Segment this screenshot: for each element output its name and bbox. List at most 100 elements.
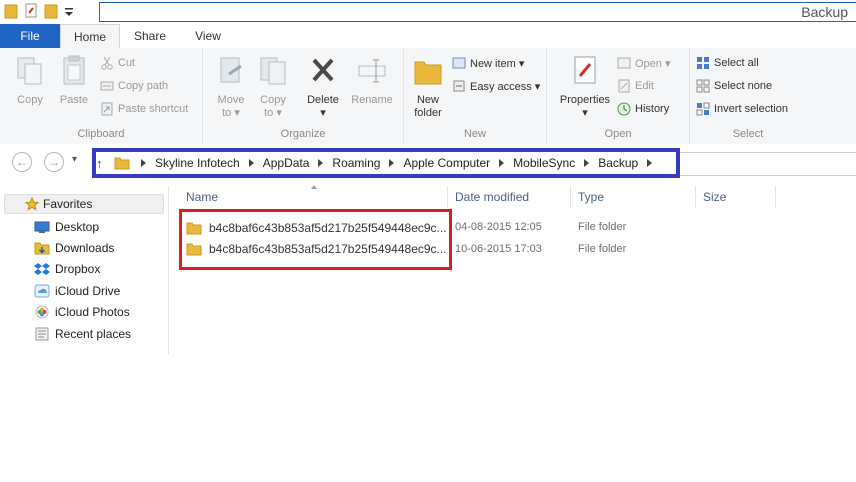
tab-home[interactable]: Home [60,24,120,50]
breadcrumb-item[interactable]: Apple Computer [403,156,490,170]
move-to-label: Move [217,94,245,106]
new-item-label: New item ▾ [470,57,525,70]
recent-locations-button[interactable]: ▾ [72,154,77,165]
address-bar[interactable]: Skyline Infotech AppData Roaming Apple C… [92,148,680,178]
column-divider[interactable] [695,186,696,208]
delete-x-icon [312,58,334,82]
rename-button[interactable]: Rename [347,54,397,107]
clipboard-group-label: Clipboard [77,128,125,140]
delete-button[interactable]: Delete ▾ [301,54,345,120]
nav-item-label: iCloud Photos [55,305,130,319]
open-group-label: Open [604,128,632,140]
open-label: Open ▾ [635,57,671,70]
breadcrumb-item[interactable]: AppData [263,156,310,170]
file-type: File folder [578,221,627,233]
column-divider[interactable] [570,186,571,208]
tab-file[interactable]: File [0,24,60,48]
new-item-button[interactable]: New item ▾ [452,56,524,70]
history-label: History [635,103,670,115]
history-icon [617,102,631,116]
nav-item-desktop[interactable]: Desktop [34,217,99,237]
nav-item-downloads[interactable]: Downloads [34,238,114,258]
up-button[interactable]: ↑ [96,156,103,171]
breadcrumb-separator-icon[interactable] [389,159,395,167]
ribbon: Copy Paste Cut Copy path Paste shortcut … [0,48,856,145]
column-header-type[interactable]: Type [578,190,604,208]
column-header-size[interactable]: Size [703,190,726,208]
nav-item-label: Recent places [55,327,132,341]
history-button[interactable]: History [617,102,669,116]
favorites-header[interactable]: Favorites [4,194,164,214]
delete-label-2: ▾ [320,107,326,119]
properties-label-2: ▾ [582,107,588,119]
breadcrumb-separator-icon[interactable] [248,159,254,167]
sort-ascending-icon [311,185,317,189]
breadcrumb-separator-icon[interactable] [647,159,653,167]
copy-to-button[interactable]: Copy to ▾ [253,54,293,120]
title-bar-frame [99,2,856,22]
nav-item-label: Downloads [55,241,115,255]
breadcrumb-item[interactable]: Skyline Infotech [155,156,240,170]
select-all-button[interactable]: Select all [696,56,759,70]
nav-item-icloud-drive[interactable]: iCloud Drive [34,281,120,301]
new-item-icon [452,57,466,69]
new-folder-icon[interactable] [44,3,58,19]
move-to-label-2: to ▾ [222,107,240,119]
paste-button[interactable]: Paste [52,54,96,107]
invert-selection-button[interactable]: Invert selection [696,102,788,116]
forward-button[interactable]: → [44,152,64,172]
breadcrumb-separator-icon[interactable] [584,159,590,167]
file-type: File folder [578,243,627,255]
select-all-icon [697,57,709,69]
copy-path-icon [100,81,114,91]
folder-icon [114,157,130,170]
copy-path-button[interactable]: Copy path [100,79,168,93]
properties-button[interactable]: Properties ▾ [555,54,615,120]
edit-icon [618,79,630,93]
edit-button[interactable]: Edit [617,79,654,93]
column-header-name[interactable]: Name [186,190,218,208]
column-divider[interactable] [775,186,776,208]
breadcrumb-item[interactable]: MobileSync [513,156,575,170]
nav-item-recent-places[interactable]: Recent places [34,324,131,344]
select-none-button[interactable]: Select none [696,79,772,93]
copy-icon [17,57,42,85]
easy-access-button[interactable]: Easy access ▾ [452,79,540,93]
back-button[interactable]: ← [12,152,32,172]
delete-label: Delete [307,94,339,106]
breadcrumb-separator-icon[interactable] [318,159,324,167]
column-header-date-modified[interactable]: Date modified [455,190,529,208]
nav-item-icloud-photos[interactable]: iCloud Photos [34,302,130,322]
scissors-icon [101,56,113,70]
tab-share[interactable]: Share [122,24,178,48]
breadcrumb-separator-icon[interactable] [141,159,146,167]
move-to-button[interactable]: Move to ▾ [211,54,251,120]
select-group-label: Select [732,128,764,140]
properties-icon[interactable] [24,3,38,19]
address-row: ← → ▾ Skyline Infotech AppData Roaming A… [0,144,856,180]
address-bar-extension[interactable] [680,152,856,176]
open-button[interactable]: Open ▾ [617,56,671,70]
paste-shortcut-button[interactable]: Paste shortcut [100,102,188,116]
nav-item-dropbox[interactable]: Dropbox [34,259,100,279]
new-folder-button[interactable]: New folder [408,54,448,120]
nav-item-label: Dropbox [55,262,101,276]
customize-toolbar-icon[interactable] [64,3,74,19]
move-to-icon [220,57,242,83]
breadcrumb-item[interactable]: Backup [598,156,638,170]
breadcrumb-item[interactable]: Roaming [332,156,380,170]
new-group-label: New [463,128,486,140]
cut-label: Cut [118,57,136,69]
invert-selection-label: Invert selection [714,103,788,115]
new-folder-label: New [416,94,439,106]
column-divider[interactable] [447,186,448,208]
breadcrumb-separator-icon[interactable] [499,159,505,167]
copy-button[interactable]: Copy [8,54,52,107]
rename-icon [358,59,386,83]
new-folder-label-2: folder [414,107,442,119]
select-none-label: Select none [714,80,773,92]
tab-view[interactable]: View [180,24,236,48]
select-all-label: Select all [714,57,759,69]
cut-button[interactable]: Cut [100,56,135,70]
downloads-icon [34,242,50,255]
